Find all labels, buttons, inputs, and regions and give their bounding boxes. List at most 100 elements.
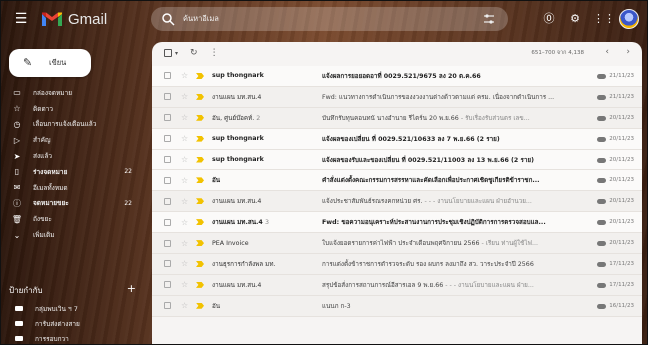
email-row[interactable]: ☆ sup thongnark แจ้งผลของรับและของเปลี่ยน… bbox=[152, 149, 642, 171]
attachment-chip-icon[interactable] bbox=[597, 178, 606, 184]
search-icon[interactable] bbox=[161, 12, 175, 26]
email-subject: แจ้งประชาสัมพันธ์รณรงคกหน่วย ศร. bbox=[322, 198, 423, 206]
email-row[interactable]: ☆ งานธุรการกำลังพล มท. การแต่งตั้งข้าราชก… bbox=[152, 254, 642, 275]
star-icon[interactable]: ☆ bbox=[181, 239, 190, 248]
label-item[interactable]: กลุ่มพบเวิน ฯ 7 bbox=[1, 301, 146, 316]
star-icon[interactable]: ☆ bbox=[181, 134, 190, 143]
star-icon[interactable]: ☆ bbox=[181, 301, 190, 310]
select-all-checkbox[interactable] bbox=[164, 49, 172, 57]
star-icon[interactable]: ☆ bbox=[181, 218, 190, 227]
email-row[interactable]: ☆ งานแผน มท.สน.4 3 Fwd: ขอความอนุเคราะห์ปร… bbox=[152, 212, 642, 234]
email-subject: บันทึกรับทุนคอนทนั นางอำนาย รีไตร์น 20 พ… bbox=[322, 114, 459, 122]
more-options-icon[interactable]: ⋮ bbox=[210, 48, 219, 58]
email-checkbox[interactable] bbox=[164, 260, 171, 268]
help-icon[interactable]: ⓪ bbox=[541, 11, 557, 27]
sidebar-item-spam[interactable]: ⓘ จดหมายขยะ 22 bbox=[1, 196, 146, 212]
attachment-chip-icon[interactable] bbox=[597, 74, 606, 79]
email-checkbox[interactable] bbox=[164, 156, 171, 163]
email-subject: Fwd: ขอความอนุเคราะห์ประสานงานการประชุมเ… bbox=[322, 219, 546, 227]
important-marker-icon[interactable] bbox=[196, 219, 204, 226]
email-checkbox[interactable] bbox=[164, 197, 171, 205]
label-text: การรอบกวา bbox=[35, 334, 69, 343]
star-icon[interactable]: ☆ bbox=[181, 71, 190, 80]
important-marker-icon[interactable] bbox=[196, 177, 204, 184]
email-row[interactable]: ☆ sup thongnark แจ้งผลของเปลี่ยน ที่ 0029… bbox=[152, 128, 642, 150]
attachment-chip-icon[interactable] bbox=[597, 136, 606, 142]
search-bar[interactable]: ค้นหาอีเมล bbox=[151, 7, 508, 31]
compose-label: เขียน bbox=[49, 58, 67, 67]
labels-title: ป้ายกำกับ bbox=[9, 286, 43, 295]
attachment-chip-icon[interactable] bbox=[597, 282, 606, 288]
sidebar-item-more[interactable]: ⌄ เพิ่มเติม bbox=[1, 227, 146, 243]
email-row[interactable]: ☆ sup thongnark แจ้งผลการยอยอดอาที่ 0029.… bbox=[152, 66, 642, 87]
sidebar-item-trash[interactable]: 🗑 ถังขยะ bbox=[1, 211, 146, 227]
settings-gear-icon[interactable]: ⚙ bbox=[567, 11, 583, 27]
search-input[interactable]: ค้นหาอีเมล bbox=[183, 13, 482, 25]
email-date: 16/11/23 bbox=[609, 302, 634, 309]
important-marker-icon[interactable] bbox=[196, 240, 204, 247]
email-row[interactable]: ☆ อัน, ศูนย์บ๊อคท์. 2 บันทึกรับทุนคอนทนั น… bbox=[152, 107, 642, 129]
label-item[interactable]: การรอบกวา bbox=[1, 331, 146, 344]
sidebar-item-important[interactable]: ▷ สำคัญ bbox=[1, 132, 146, 148]
email-checkbox[interactable] bbox=[164, 135, 171, 143]
email-checkbox[interactable] bbox=[164, 302, 171, 310]
attachment-chip-icon[interactable] bbox=[597, 199, 606, 205]
previous-page-icon[interactable]: ‹ bbox=[605, 47, 609, 57]
sidebar-item-inbox[interactable]: ▭ กล่องจดหมาย bbox=[1, 85, 146, 101]
star-icon[interactable]: ☆ bbox=[181, 280, 190, 289]
important-marker-icon[interactable] bbox=[196, 114, 204, 121]
select-dropdown-caret-icon[interactable]: ▾ bbox=[175, 50, 178, 57]
next-page-icon[interactable]: › bbox=[626, 47, 630, 57]
attachment-chip-icon[interactable] bbox=[597, 241, 606, 247]
label-item[interactable]: การับส่งต่างสาย bbox=[1, 316, 146, 331]
important-marker-icon[interactable] bbox=[196, 302, 204, 309]
account-avatar[interactable] bbox=[619, 9, 639, 29]
star-icon[interactable]: ☆ bbox=[181, 113, 190, 122]
attachment-chip-icon[interactable] bbox=[597, 157, 606, 163]
sidebar-item-starred[interactable]: ☆ ติดดาว bbox=[1, 101, 146, 117]
email-row[interactable]: ☆ PEA Invoice ใบแจ้งยอดรายการค่าไฟฟ้า ประ… bbox=[152, 233, 642, 255]
gmail-logo[interactable]: Gmail bbox=[41, 9, 107, 29]
important-marker-icon[interactable] bbox=[196, 135, 204, 142]
search-options-icon[interactable] bbox=[482, 12, 496, 26]
email-row[interactable]: ☆ อัน คำสั่งแต่งตั้งคณะกรรมการสรรหาและคัด… bbox=[152, 170, 642, 192]
email-checkbox[interactable] bbox=[164, 114, 171, 122]
important-marker-icon[interactable] bbox=[196, 260, 204, 267]
compose-button[interactable]: ✎ เขียน bbox=[9, 49, 91, 77]
email-checkbox[interactable] bbox=[164, 218, 171, 226]
email-checkbox[interactable] bbox=[164, 72, 171, 80]
sidebar-item-all-mail[interactable]: ✉ อีเมลทั้งหมด bbox=[1, 180, 146, 196]
email-row[interactable]: ☆ อัน แนบภ ก-3 16/11/23 bbox=[152, 295, 642, 317]
star-icon[interactable]: ☆ bbox=[181, 155, 190, 164]
star-icon[interactable]: ☆ bbox=[181, 197, 190, 206]
sidebar-item-snoozed[interactable]: ◷ เลื่อนการแจ้งเตือนแล้ว bbox=[1, 117, 146, 133]
email-checkbox[interactable] bbox=[164, 281, 171, 289]
important-marker-icon[interactable] bbox=[196, 93, 204, 100]
add-label-plus-icon[interactable]: + bbox=[127, 282, 136, 295]
email-row[interactable]: ☆ งานแผน มท.สน.4 แจ้งประชาสัมพันธ์รณรงคกห… bbox=[152, 191, 642, 213]
email-row[interactable]: ☆ งานแผน มท.สน.4 สรุปข้อสั่งการสถานการณ์อ… bbox=[152, 274, 642, 296]
attachment-chip-icon[interactable] bbox=[597, 94, 606, 100]
inbox-icon: ▭ bbox=[13, 88, 21, 98]
important-marker-icon[interactable] bbox=[196, 156, 204, 163]
important-marker-icon[interactable] bbox=[196, 72, 204, 79]
email-checkbox[interactable] bbox=[164, 239, 171, 247]
star-icon[interactable]: ☆ bbox=[181, 176, 190, 185]
email-row[interactable]: ☆ งานแผน มท.สน.4 Fwd: แนวทางการดำเนินการข… bbox=[152, 86, 642, 108]
star-icon[interactable]: ☆ bbox=[181, 259, 190, 268]
apps-grid-icon[interactable]: ⋮⋮ bbox=[593, 11, 615, 27]
important-marker-icon[interactable] bbox=[196, 198, 204, 205]
star-icon[interactable]: ☆ bbox=[181, 92, 190, 101]
attachment-chip-icon[interactable] bbox=[597, 262, 606, 268]
email-checkbox[interactable] bbox=[164, 93, 171, 101]
hamburger-menu-icon[interactable]: ☰ bbox=[13, 11, 29, 27]
email-checkbox[interactable] bbox=[164, 176, 171, 184]
attachment-chip-icon[interactable] bbox=[597, 115, 606, 121]
refresh-icon[interactable]: ↻ bbox=[190, 48, 198, 58]
sidebar-item-sent[interactable]: ➤ ส่งแล้ว bbox=[1, 148, 146, 164]
attachment-chip-icon[interactable] bbox=[597, 220, 606, 226]
attachment-chip-icon[interactable] bbox=[597, 303, 606, 309]
sidebar-item-drafts[interactable]: ▯ ร่างจดหมาย 22 bbox=[1, 164, 146, 180]
email-date: 20/11/23 bbox=[609, 114, 634, 121]
important-marker-icon[interactable] bbox=[196, 281, 204, 288]
